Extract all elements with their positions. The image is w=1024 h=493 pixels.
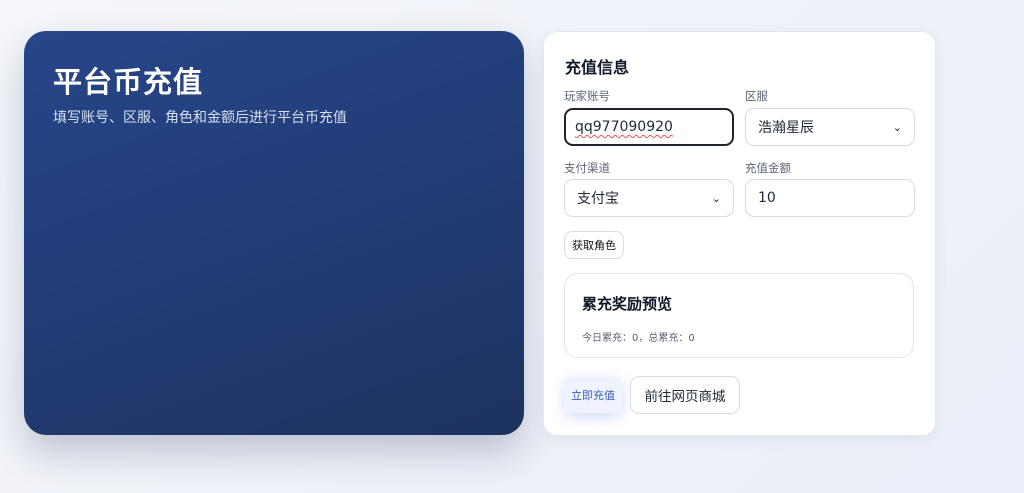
hero-banner: 平台币充值 填写账号、区服、角色和金额后进行平台币充值 [24, 31, 524, 435]
server-select-value: 浩瀚星辰 [758, 120, 814, 136]
page-subtitle: 填写账号、区服、角色和金额后进行平台币充值 [53, 110, 347, 126]
amount-label: 充值金额 [745, 161, 791, 175]
server-select[interactable]: 浩瀚星辰 ⌄ [745, 108, 915, 146]
chevron-down-icon: ⌄ [711, 191, 721, 205]
page-title: 平台币充值 [53, 65, 204, 99]
chevron-down-icon: ⌄ [892, 120, 902, 134]
payment-select-value: 支付宝 [577, 191, 619, 207]
payment-label: 支付渠道 [564, 161, 610, 175]
fetch-role-button[interactable]: 获取角色 [564, 231, 624, 259]
account-input-value: qq977090920 [575, 119, 673, 135]
reward-stats: 今日累充：0，总累充：0 [582, 333, 695, 344]
recharge-button[interactable]: 立即充值 [564, 377, 622, 413]
form-title: 充值信息 [565, 58, 630, 77]
amount-input[interactable]: 10 [745, 179, 915, 217]
amount-input-value: 10 [758, 190, 776, 206]
shop-button[interactable]: 前往网页商城 [630, 376, 740, 414]
payment-select[interactable]: 支付宝 ⌄ [564, 179, 734, 217]
account-label: 玩家账号 [564, 89, 610, 103]
recharge-form-panel: 充值信息 玩家账号 qq977090920 区服 浩瀚星辰 ⌄ 支付渠道 支付宝… [543, 31, 936, 436]
reward-title: 累充奖励预览 [582, 295, 673, 313]
reward-preview-card: 累充奖励预览 今日累充：0，总累充：0 [564, 273, 914, 358]
account-input[interactable]: qq977090920 [564, 108, 734, 146]
server-label: 区服 [745, 89, 768, 103]
